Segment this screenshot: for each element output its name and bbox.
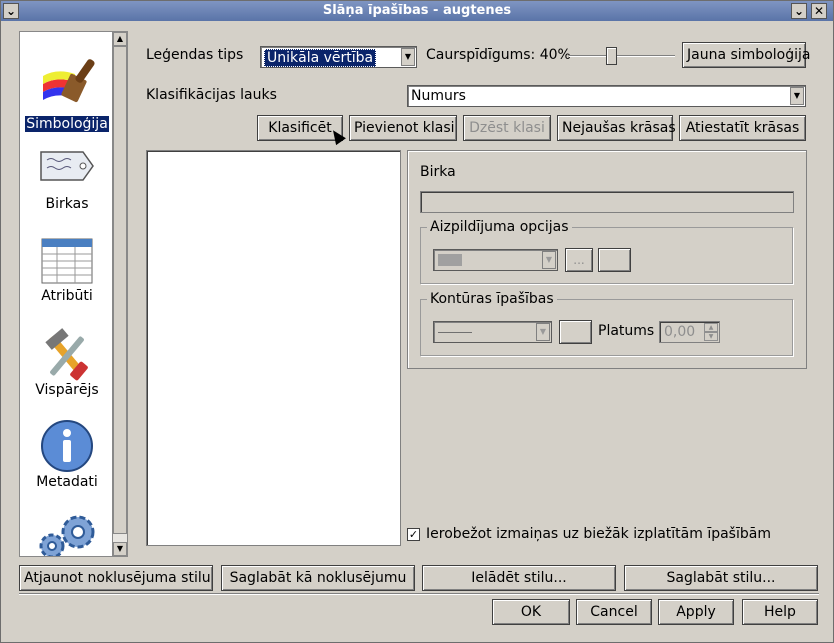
label-input[interactable] — [420, 191, 794, 213]
sidebar-item-label: Simboloģija — [25, 116, 109, 132]
cancel-button[interactable]: Cancel — [576, 599, 652, 625]
fill-color-button[interactable] — [598, 248, 631, 272]
chevron-down-icon: ▼ — [401, 48, 415, 66]
label-tag-icon — [40, 151, 94, 181]
sidebar-item-symbology[interactable]: Simboloģija — [20, 54, 112, 132]
transparency-slider-thumb[interactable] — [606, 47, 617, 65]
sidebar-item-metadata[interactable]: Metadati — [20, 418, 112, 490]
width-down-arrow[interactable]: ▼ — [704, 332, 718, 341]
info-icon — [41, 420, 93, 472]
fill-style-select[interactable]: ▼ — [433, 249, 558, 271]
layer-properties-dialog: Slāņa īpašības - augtenes ⌄ ⌄ ✕ Simboloģ… — [0, 0, 834, 643]
width-value: 0,00 — [664, 324, 696, 340]
sidebar-item-attributes[interactable]: Atribūti — [20, 236, 112, 304]
outline-style-sample — [438, 332, 472, 333]
table-icon — [41, 238, 93, 284]
legend-type-value: Unikāla vērtība — [264, 49, 377, 67]
window-title: Slāņa īpašības - augtenes — [322, 3, 512, 18]
tools-icon — [45, 328, 88, 381]
outline-style-select[interactable]: ▼ — [433, 321, 552, 343]
classification-field-value: Numurs — [411, 88, 466, 104]
scroll-thumb[interactable] — [113, 46, 127, 534]
transparency-slider-track[interactable] — [569, 55, 675, 57]
save-style-button[interactable]: Saglabāt stilu... — [624, 565, 818, 591]
window-menu-button[interactable]: ⌄ — [3, 3, 19, 19]
width-up-arrow[interactable]: ▲ — [704, 323, 718, 332]
title-bar[interactable]: Slāņa īpašības - augtenes — [1, 1, 833, 21]
restrict-checkbox-label: Ierobežot izmaiņas uz biežāk izplatītām … — [426, 526, 771, 542]
width-label: Platums — [598, 323, 655, 339]
add-class-button[interactable]: Pievienot klasi — [349, 115, 457, 141]
sidebar-item-label: Vispārējs — [35, 382, 99, 398]
new-symbology-button[interactable]: Jauna simboloģija — [682, 42, 810, 68]
width-spinbox[interactable]: 0,00 ▲ ▼ — [659, 321, 720, 343]
ok-button[interactable]: OK — [492, 599, 570, 625]
scroll-down-arrow[interactable]: ▼ — [113, 542, 127, 556]
sidebar-item-label: Atribūti — [41, 288, 93, 304]
classification-field-select[interactable]: Numurs ▼ — [407, 85, 806, 107]
chevron-down-icon: ▼ — [536, 323, 550, 341]
restore-default-style-button[interactable]: Atjaunot noklusējuma stilu — [19, 565, 213, 591]
reset-colors-button[interactable]: Atiestatīt krāsas — [679, 115, 806, 141]
paintbrush-icon — [43, 59, 95, 103]
minimize-button[interactable]: ⌄ — [791, 3, 807, 19]
chevron-down-icon: ▼ — [790, 87, 804, 105]
scroll-up-arrow[interactable]: ▲ — [113, 32, 127, 46]
save-as-default-button[interactable]: Saglabāt kā noklusējumu — [221, 565, 415, 591]
help-button[interactable]: Help — [742, 599, 818, 625]
random-colors-button[interactable]: Nejaušas krāsas — [557, 115, 676, 141]
classification-field-label: Klasifikācijas lauks — [146, 87, 277, 103]
sidebar: Simboloģija Birkas Atribūti Vispārējs Me… — [19, 31, 113, 557]
sidebar-scrollbar[interactable]: ▲ ▼ — [112, 31, 128, 557]
fill-options-title: Aizpildījuma opcijas — [427, 219, 572, 235]
restrict-checkbox[interactable]: ✓ — [407, 528, 420, 541]
sidebar-item-labels[interactable]: Birkas — [20, 146, 112, 212]
legend-type-label: Leģendas tips — [146, 47, 244, 63]
label-heading: Birka — [420, 164, 456, 180]
delete-class-button[interactable]: Dzēst klasi — [463, 115, 551, 141]
fill-more-button[interactable]: ... — [565, 248, 593, 272]
gears-icon — [39, 515, 95, 556]
sidebar-item-label: Metadati — [36, 474, 98, 490]
close-button[interactable]: ✕ — [811, 3, 827, 19]
sidebar-item-label: Birkas — [45, 196, 89, 212]
sidebar-item-plugins[interactable] — [20, 510, 112, 556]
button-separator — [19, 593, 819, 595]
fill-style-swatch — [438, 254, 462, 266]
class-list[interactable] — [146, 150, 401, 546]
legend-type-select[interactable]: Unikāla vērtība ▼ — [260, 46, 417, 68]
outline-title: Kontūras īpašības — [427, 291, 557, 307]
chevron-down-icon: ▼ — [542, 251, 556, 269]
load-style-button[interactable]: Ielādēt stilu... — [422, 565, 616, 591]
outline-color-button[interactable] — [559, 320, 592, 344]
transparency-label: Caurspīdīgums: 40% — [426, 47, 571, 63]
sidebar-item-general[interactable]: Vispārējs — [20, 328, 112, 398]
apply-button[interactable]: Apply — [658, 599, 734, 625]
